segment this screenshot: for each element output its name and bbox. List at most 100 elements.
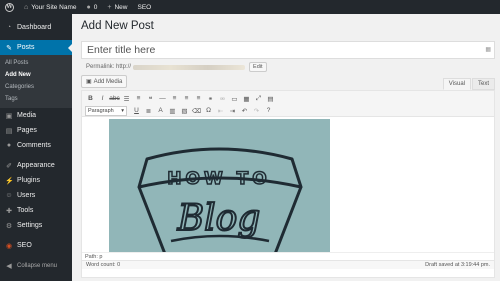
- how-to-blog-illustration: HOW TO Blog: [137, 147, 303, 252]
- toolbar-toggle-icon[interactable]: ▦: [241, 93, 252, 104]
- collapse-icon: ◀: [6, 262, 12, 270]
- draft-saved-status: Draft saved at 3:19:44 pm.: [425, 262, 490, 268]
- paste-text-icon[interactable]: ▥: [167, 105, 178, 116]
- text-color-icon[interactable]: A: [155, 105, 166, 116]
- posts-submenu: All Posts Add New Categories Tags: [0, 55, 72, 108]
- comments-link[interactable]: ● 0: [82, 0, 103, 14]
- format-select-value: Paragraph: [88, 107, 114, 114]
- tab-visual[interactable]: Visual: [442, 78, 471, 90]
- read-more-icon[interactable]: ▭: [229, 93, 240, 104]
- sidebar-item-label: Settings: [17, 222, 43, 229]
- sidebar-item-users[interactable]: ☺ Users: [0, 188, 72, 203]
- sidebar-item-comments[interactable]: ● Comments: [0, 138, 72, 153]
- seo-label: SEO: [137, 3, 152, 11]
- tab-text[interactable]: Text: [471, 78, 495, 90]
- editor-path-bar: Path: p: [82, 252, 494, 260]
- post-title-input[interactable]: [87, 44, 482, 56]
- align-right-icon[interactable]: ≡: [193, 93, 204, 104]
- bold-icon[interactable]: B: [85, 93, 96, 104]
- permalink-row: Permalink: http:// Edit: [86, 62, 267, 72]
- how-to-blog-image[interactable]: HOW TO Blog: [109, 119, 330, 252]
- sidebar-item-appearance[interactable]: ✐ Appearance: [0, 158, 72, 173]
- justify-icon[interactable]: ≣: [143, 105, 154, 116]
- comments-icon: ●: [6, 142, 12, 149]
- submenu-tags[interactable]: Tags: [0, 93, 72, 105]
- sidebar-item-dashboard[interactable]: ◔ Dashboard: [0, 20, 72, 35]
- keyboard-icon[interactable]: ▤: [265, 93, 276, 104]
- permalink-url-blurred: [133, 64, 246, 70]
- sidebar-item-label: Appearance: [17, 162, 55, 169]
- paste-word-icon[interactable]: ▧: [179, 105, 190, 116]
- sidebar-item-label: Comments: [17, 142, 51, 149]
- toolbar-row-2: Paragraph ▾ U ≣ A ▥ ▧ ⌫ Ω ⇤ ⇥ ↶ ↷ ?: [85, 105, 491, 116]
- wordpress-logo-icon: W: [5, 2, 14, 12]
- special-character-icon[interactable]: Ω: [203, 105, 214, 116]
- post-title-field[interactable]: ▦: [81, 41, 495, 59]
- redo-icon[interactable]: ↷: [251, 105, 262, 116]
- settings-icon: ⚙: [5, 222, 13, 230]
- comments-count: 0: [93, 3, 98, 11]
- main-content: Add New Post ▦ Permalink: http:// Edit ▣…: [72, 14, 500, 281]
- numbered-list-icon[interactable]: ≡: [133, 93, 144, 104]
- strikethrough-icon[interactable]: abc: [109, 93, 120, 104]
- image-text-top: HOW TO: [167, 169, 270, 189]
- media-icon: ▣: [5, 112, 13, 120]
- sidebar-item-label: Pages: [17, 127, 37, 134]
- editor-tabs: Visual Text: [442, 78, 495, 90]
- collapse-menu-button[interactable]: ◀ Collapse menu: [0, 258, 72, 273]
- image-text-bottom: Blog: [177, 198, 261, 239]
- new-label: New: [114, 3, 128, 11]
- align-left-icon[interactable]: ≡: [169, 93, 180, 104]
- outdent-icon[interactable]: ⇤: [215, 105, 226, 116]
- seo-link[interactable]: SEO: [133, 0, 157, 14]
- plus-icon: +: [107, 3, 112, 11]
- fullscreen-icon[interactable]: ⤢: [253, 93, 264, 104]
- pin-icon: ✎: [6, 44, 12, 52]
- help-icon[interactable]: ?: [263, 105, 274, 116]
- add-media-label: Add Media: [93, 78, 123, 85]
- sidebar-item-media[interactable]: ▣ Media: [0, 108, 72, 123]
- new-content-link[interactable]: + New: [102, 0, 132, 14]
- unlink-icon[interactable]: ⚮: [217, 93, 228, 104]
- field-options-icon: ▦: [485, 47, 491, 53]
- sidebar-item-label: Users: [17, 192, 36, 199]
- indent-icon[interactable]: ⇥: [227, 105, 238, 116]
- clear-formatting-icon[interactable]: ⌫: [191, 105, 202, 116]
- submenu-categories[interactable]: Categories: [0, 81, 72, 93]
- undo-icon[interactable]: ↶: [239, 105, 250, 116]
- comment-bubble-icon: ●: [86, 3, 91, 11]
- path-label: Path: p: [85, 254, 103, 260]
- user-icon: ☺: [5, 192, 13, 199]
- site-name-link[interactable]: ⌂ Your Site Name: [19, 0, 82, 14]
- italic-icon[interactable]: I: [97, 93, 108, 104]
- sidebar-item-posts[interactable]: ✎ Posts: [0, 40, 72, 55]
- add-media-button[interactable]: ▣ Add Media: [81, 75, 128, 88]
- link-icon[interactable]: ⚭: [205, 93, 216, 104]
- submenu-add-new[interactable]: Add New: [0, 69, 72, 81]
- toolbar-row-1: B I abc ☰ ≡ ❝ ― ≡ ≡ ≡ ⚭ ⚮ ▭ ▦ ⤢ ▤: [85, 93, 491, 104]
- sidebar-item-plugins[interactable]: ⚡ Plugins: [0, 173, 72, 188]
- align-center-icon[interactable]: ≡: [181, 93, 192, 104]
- sidebar-item-seo[interactable]: ◉ SEO: [0, 238, 72, 253]
- sidebar-item-label: Dashboard: [17, 24, 52, 31]
- paragraph-format-select[interactable]: Paragraph ▾: [85, 105, 127, 116]
- permalink-edit-button[interactable]: Edit: [249, 62, 267, 72]
- editor-content-area[interactable]: HOW TO Blog: [82, 117, 494, 252]
- horizontal-line-icon[interactable]: ―: [157, 93, 168, 104]
- permalink-label: Permalink: http://: [86, 64, 132, 70]
- page-title: Add New Post: [81, 20, 154, 32]
- sidebar-item-pages[interactable]: ▤ Pages: [0, 123, 72, 138]
- admin-sidebar: ◔ Dashboard ✎ Posts All Posts Add New Ca…: [0, 14, 72, 281]
- post-editor: B I abc ☰ ≡ ❝ ― ≡ ≡ ≡ ⚭ ⚮ ▭ ▦ ⤢ ▤ Paragr…: [81, 90, 495, 278]
- sidebar-item-settings[interactable]: ⚙ Settings: [0, 218, 72, 233]
- collapse-menu-label: Collapse menu: [17, 262, 58, 269]
- home-icon: ⌂: [24, 3, 29, 11]
- bullet-list-icon[interactable]: ☰: [121, 93, 132, 104]
- editor-status-bar: Word count: 0 Draft saved at 3:19:44 pm.: [82, 260, 494, 269]
- wordpress-logo-button[interactable]: W: [0, 0, 19, 14]
- blockquote-icon[interactable]: ❝: [145, 93, 156, 104]
- sidebar-item-tools[interactable]: ✚ Tools: [0, 203, 72, 218]
- underline-icon[interactable]: U: [131, 105, 142, 116]
- editor-toolbar: B I abc ☰ ≡ ❝ ― ≡ ≡ ≡ ⚭ ⚮ ▭ ▦ ⤢ ▤ Paragr…: [82, 91, 494, 117]
- submenu-all-posts[interactable]: All Posts: [0, 57, 72, 69]
